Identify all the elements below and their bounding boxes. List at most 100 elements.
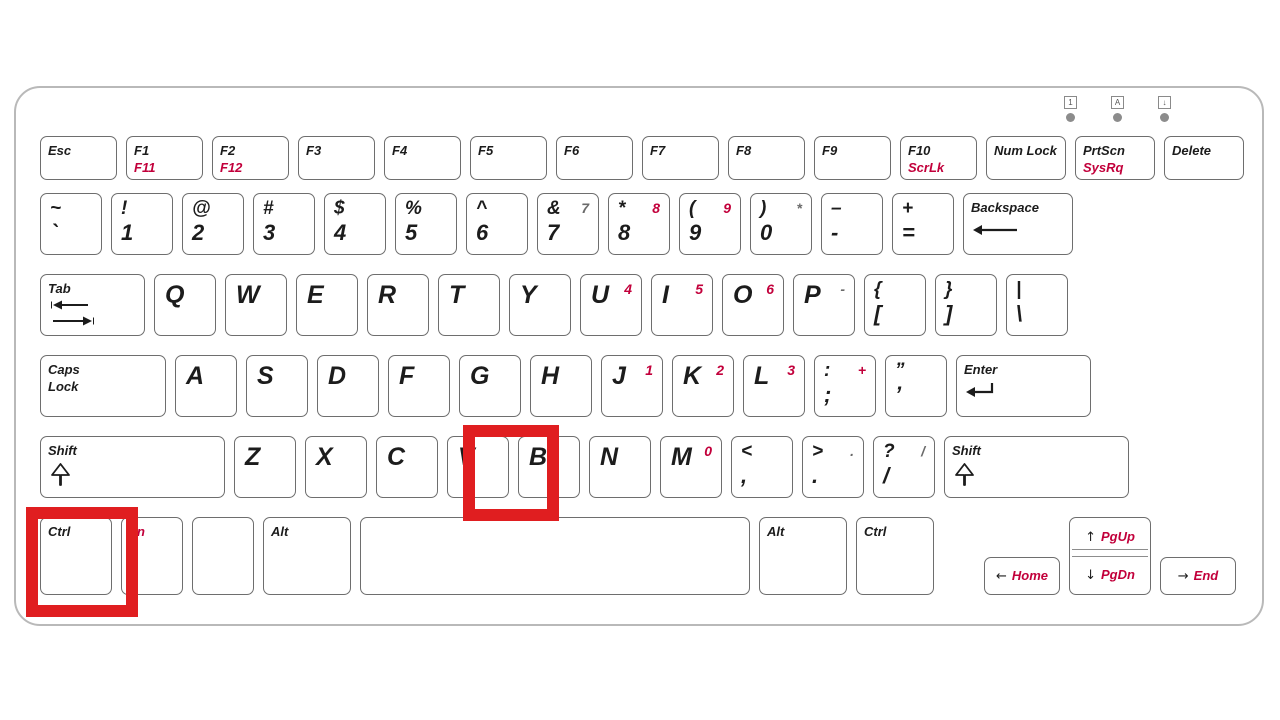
key-r[interactable]: R (367, 274, 429, 336)
key-f4[interactable]: F4 (384, 136, 461, 180)
key-k[interactable]: K 2 (672, 355, 734, 417)
key-l-numpad-label: 3 (787, 362, 795, 378)
key-alt-right[interactable]: Alt (759, 517, 847, 595)
key-h[interactable]: H (530, 355, 592, 417)
key-j[interactable]: J 1 (601, 355, 663, 417)
key-pgup[interactable]: ↑ PgUp (1070, 518, 1150, 556)
key-v[interactable]: V (447, 436, 509, 498)
key-2-shift-label: @ (192, 198, 211, 219)
key-f7[interactable]: F7 (642, 136, 719, 180)
key-caps-lock[interactable]: Caps Lock (40, 355, 166, 417)
key-delete[interactable]: Delete (1164, 136, 1244, 180)
key-f6[interactable]: F6 (556, 136, 633, 180)
key-f1[interactable]: F1 F11 (126, 136, 203, 180)
key-f[interactable]: F (388, 355, 450, 417)
key-fn[interactable]: Fn (121, 517, 183, 595)
caps-lock-led-icon: A (1111, 96, 1124, 109)
key-pgdn[interactable]: ↓ PgDn (1070, 556, 1150, 594)
key-enter[interactable]: Enter (956, 355, 1091, 417)
key-w[interactable]: W (225, 274, 287, 336)
key-p[interactable]: P - (793, 274, 855, 336)
key-3[interactable]: # 3 (253, 193, 315, 255)
key-2[interactable]: @ 2 (182, 193, 244, 255)
key-u[interactable]: U 4 (580, 274, 642, 336)
key-d[interactable]: D (317, 355, 379, 417)
key-bracket-left-shift-label: { (874, 279, 882, 300)
key-ctrl-left[interactable]: Ctrl (40, 517, 112, 595)
key-9[interactable]: ( 9 9 (679, 193, 741, 255)
key-s[interactable]: S (246, 355, 308, 417)
key-ctrl-right[interactable]: Ctrl (856, 517, 934, 595)
key-f5[interactable]: F5 (470, 136, 547, 180)
key-7[interactable]: & 7 7 (537, 193, 599, 255)
key-1[interactable]: ! 1 (111, 193, 173, 255)
key-slash-shift-label: ? (883, 441, 895, 462)
key-f10[interactable]: F10 ScrLk (900, 136, 977, 180)
key-minus-shift-label: – (831, 198, 842, 219)
key-semicolon[interactable]: : ; + (814, 355, 876, 417)
key-e[interactable]: E (296, 274, 358, 336)
key-5[interactable]: % 5 (395, 193, 457, 255)
key-comma[interactable]: < , (731, 436, 793, 498)
key-shift-left-label: Shift (48, 443, 77, 458)
key-b[interactable]: B (518, 436, 580, 498)
arrow-up-outline-icon (955, 463, 974, 486)
key-n[interactable]: N (589, 436, 651, 498)
key-y-label: Y (520, 281, 537, 309)
key-shift-right[interactable]: Shift (944, 436, 1129, 498)
key-f9[interactable]: F9 (814, 136, 891, 180)
key-backslash[interactable]: | \ (1006, 274, 1068, 336)
key-u-label: U (591, 281, 610, 309)
key-slash[interactable]: ? / / (873, 436, 935, 498)
key-g[interactable]: G (459, 355, 521, 417)
key-a-label: A (186, 362, 205, 390)
key-prtscn[interactable]: PrtScn SysRq (1075, 136, 1155, 180)
key-x-label: X (316, 443, 333, 471)
key-num-lock[interactable]: Num Lock (986, 136, 1066, 180)
key-l[interactable]: L 3 (743, 355, 805, 417)
key-x[interactable]: X (305, 436, 367, 498)
key-8[interactable]: * 8 8 (608, 193, 670, 255)
key-6-shift-label: ^ (476, 198, 488, 219)
key-backspace[interactable]: Backspace (963, 193, 1073, 255)
key-space[interactable] (360, 517, 750, 595)
key-6[interactable]: ^ 6 (466, 193, 528, 255)
key-quote[interactable]: ” ’ (885, 355, 947, 417)
key-home[interactable]: ← Home (984, 557, 1060, 595)
key-e-label: E (307, 281, 324, 309)
key-n-label: N (600, 443, 619, 471)
key-tab[interactable]: Tab (40, 274, 145, 336)
key-c[interactable]: C (376, 436, 438, 498)
key-f3[interactable]: F3 (298, 136, 375, 180)
key-a[interactable]: A (175, 355, 237, 417)
key-equals[interactable]: + = (892, 193, 954, 255)
key-alt-left[interactable]: Alt (263, 517, 351, 595)
key-period[interactable]: > . . (802, 436, 864, 498)
key-esc[interactable]: Esc (40, 136, 117, 180)
key-shift-left[interactable]: Shift (40, 436, 225, 498)
key-period-label: . (812, 463, 819, 488)
key-q[interactable]: Q (154, 274, 216, 336)
key-backslash-label: \ (1016, 301, 1023, 326)
key-0[interactable]: ) 0 * (750, 193, 812, 255)
key-4[interactable]: $ 4 (324, 193, 386, 255)
key-bracket-left[interactable]: { [ (864, 274, 926, 336)
key-end[interactable]: → End (1160, 557, 1236, 595)
key-up-down-stack[interactable]: ↑ PgUp ↓ PgDn (1069, 517, 1151, 595)
key-t[interactable]: T (438, 274, 500, 336)
key-i[interactable]: I 5 (651, 274, 713, 336)
key-semicolon-label: ; (824, 382, 832, 407)
key-windows[interactable] (192, 517, 254, 595)
key-alt-right-label: Alt (767, 524, 785, 539)
indicator-leds: 1 A ↓ (1064, 96, 1171, 122)
key-z[interactable]: Z (234, 436, 296, 498)
key-backtick[interactable]: ~ ` (40, 193, 102, 255)
key-m[interactable]: M 0 (660, 436, 722, 498)
key-m-numpad-label: 0 (704, 443, 712, 459)
key-minus[interactable]: – - (821, 193, 883, 255)
key-bracket-right[interactable]: } ] (935, 274, 997, 336)
key-f8[interactable]: F8 (728, 136, 805, 180)
key-o[interactable]: O 6 (722, 274, 784, 336)
key-f2[interactable]: F2 F12 (212, 136, 289, 180)
key-y[interactable]: Y (509, 274, 571, 336)
